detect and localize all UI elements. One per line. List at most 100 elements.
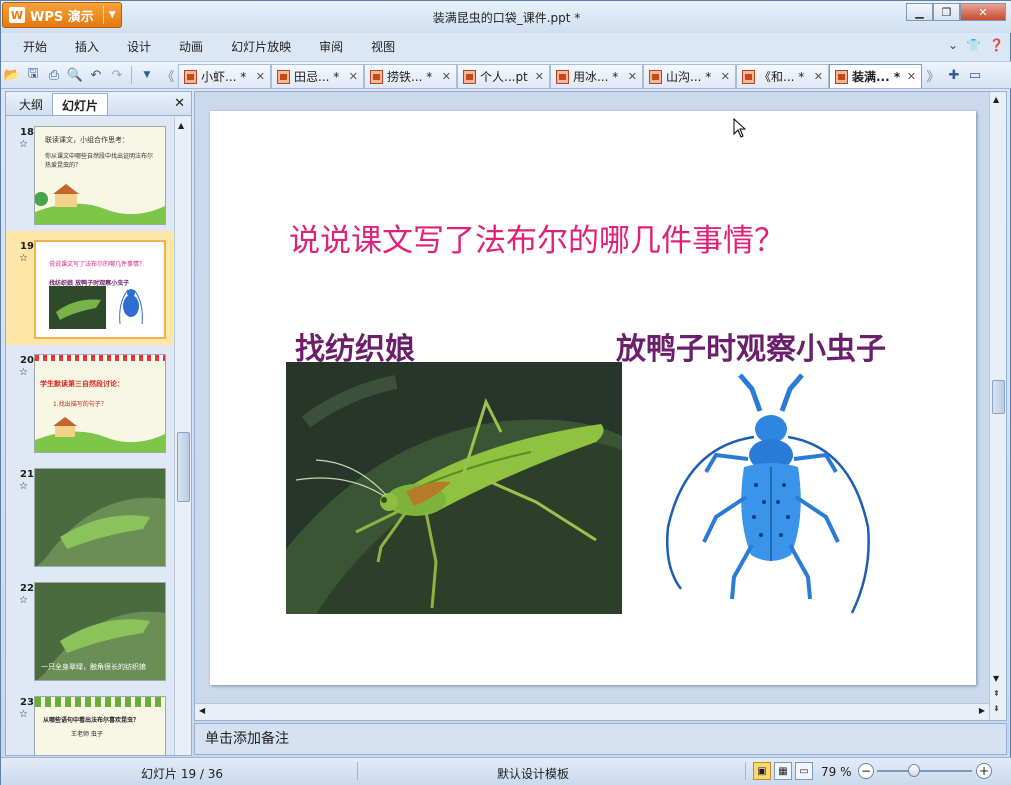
slide-thumbnail-22[interactable]: 22 ☆ 一只全身翠绿，触角很长的纺织娘	[6, 573, 174, 687]
tabs-scroll-left-icon[interactable]: 《	[158, 65, 178, 85]
slide-thumbnail-21[interactable]: 21 ☆	[6, 459, 174, 573]
menu-review[interactable]: 审阅	[305, 33, 357, 61]
scroll-thumb[interactable]	[177, 432, 190, 502]
normal-view-icon[interactable]: ▣	[753, 762, 771, 780]
next-slide-icon[interactable]: ⇟	[993, 704, 1000, 713]
star-icon: ☆	[19, 367, 28, 378]
close-tab-icon[interactable]: ✕	[256, 70, 265, 83]
close-tab-icon[interactable]: ✕	[349, 70, 358, 83]
doc-tab-5[interactable]: 用冰... * ✕	[550, 64, 643, 88]
tab-outline[interactable]: 大纲	[10, 93, 52, 115]
menu-view[interactable]: 视图	[357, 33, 409, 61]
doc-tab-6[interactable]: 山沟... * ✕	[643, 64, 736, 88]
view-buttons: ▣ ▦ ▭	[753, 762, 813, 780]
thumbnail-list: 18 ☆ 联读课文，小组合作思考： 你从课文中哪些自然段中找出证明法布尔热爱昆虫…	[6, 117, 174, 755]
zoom-slider-thumb[interactable]	[908, 764, 920, 777]
star-icon: ☆	[19, 253, 28, 264]
zoom-out-button[interactable]: −	[858, 763, 874, 779]
quick-toolbar: 📂 🖫 ⎙ 🔍 ↶ ↷ ▼ 《 小虾... * ✕ 田忌... * ✕ 捞铁... …	[1, 61, 1011, 89]
minimize-button[interactable]: ▁	[906, 3, 933, 21]
slide-canvas[interactable]: 说说课文写了法布尔的哪几件事情？ 找纺织娘 放鸭子时观察小虫子	[210, 111, 976, 685]
print-icon[interactable]: ⎙	[44, 65, 64, 85]
wps-presentation-window: W WPS 演示 ▼ 装满昆虫的口袋_课件.ppt * ▁ ❐ ✕ 开始 插入 …	[0, 0, 1011, 785]
window-controls: ▁ ❐ ✕	[906, 3, 1006, 21]
close-tab-icon[interactable]: ✕	[442, 70, 451, 83]
scroll-thumb[interactable]	[992, 380, 1005, 414]
doc-tab-7[interactable]: 《和... * ✕	[736, 64, 829, 88]
menu-home[interactable]: 开始	[9, 33, 61, 61]
close-tab-icon[interactable]: ✕	[721, 70, 730, 83]
thumbnail-image: 学生默读第三自然段讨论： 1.找出描写的句子？	[34, 354, 166, 453]
tabs-scroll-right-icon[interactable]: 》	[923, 65, 943, 85]
menu-slideshow[interactable]: 幻灯片放映	[217, 33, 305, 61]
undo-icon[interactable]: ↶	[86, 65, 106, 85]
ppt-file-icon	[370, 69, 383, 84]
menu-insert[interactable]: 插入	[61, 33, 113, 61]
decorative-border	[35, 697, 165, 707]
slide-title[interactable]: 说说课文写了法布尔的哪几件事情？	[289, 215, 785, 260]
zoom-in-button[interactable]: +	[976, 763, 992, 779]
scroll-down-icon[interactable]: ▼	[993, 674, 999, 683]
close-tab-icon[interactable]: ✕	[907, 70, 916, 83]
doc-tab-2[interactable]: 田忌... * ✕	[271, 64, 364, 88]
close-tab-icon[interactable]: ✕	[535, 70, 544, 83]
previous-slide-icon[interactable]: ⇞	[993, 689, 1000, 698]
thumbnail-image: 从哪些语句中看出法布尔喜欢昆虫？ 王老师 虫子	[34, 696, 166, 755]
doc-tab-3[interactable]: 捞铁... * ✕	[364, 64, 457, 88]
slide-thumbnail-18[interactable]: 18 ☆ 联读课文，小组合作思考： 你从课文中哪些自然段中找出证明法布尔热爱昆虫…	[6, 117, 174, 231]
divider	[745, 762, 746, 780]
doc-tab-4[interactable]: 个人...pt ✕	[457, 64, 550, 88]
tab-slides[interactable]: 幻灯片	[52, 93, 109, 115]
menu-design[interactable]: 设计	[113, 33, 165, 61]
scroll-right-icon[interactable]: ▶	[979, 706, 985, 715]
vertical-scrollbar[interactable]: ▲ ▼ ⇞ ⇟	[989, 92, 1006, 720]
horizontal-scrollbar[interactable]: ◀ ▶	[195, 703, 989, 720]
new-tab-icon[interactable]: ✚	[944, 65, 964, 85]
print-preview-icon[interactable]: 🔍	[65, 65, 85, 85]
shirt-icon[interactable]: 👕	[966, 38, 981, 52]
insect-photos	[49, 286, 143, 329]
thumbnail-scrollbar[interactable]: ▲	[174, 117, 191, 755]
help-icon[interactable]: ❓	[989, 38, 1004, 52]
divider	[131, 66, 132, 84]
scroll-left-icon[interactable]: ◀	[199, 706, 205, 715]
slide-sorter-view-icon[interactable]: ▦	[774, 762, 792, 780]
maximize-button[interactable]: ❐	[933, 3, 960, 21]
open-folder-icon[interactable]: 📂	[2, 65, 22, 85]
notes-field[interactable]: 单击添加备注	[194, 723, 1007, 755]
redo-icon[interactable]: ↷	[107, 65, 127, 85]
slide-thumbnail-20[interactable]: 20 ☆ 学生默读第三自然段讨论： 1.找出描写的句子？	[6, 345, 174, 459]
window-title: 装满昆虫的口袋_课件.ppt *	[432, 11, 581, 25]
blue-beetle-photo[interactable]	[656, 367, 886, 619]
star-icon: ☆	[19, 139, 28, 150]
slide-thumbnail-19[interactable]: 19 ☆ 说说课文写了法布尔的哪几件事情？ 找纺织娘 放鸭子时观察小虫子	[6, 231, 174, 345]
slide-thumbnail-23[interactable]: 23 ☆ 从哪些语句中看出法布尔喜欢昆虫？ 王老师 虫子	[6, 687, 174, 755]
mouse-pointer-icon	[733, 117, 747, 141]
close-icon[interactable]: ✕	[174, 96, 185, 111]
doc-tab-active[interactable]: 装满... * ✕	[829, 64, 922, 88]
window-list-icon[interactable]: ▭	[965, 65, 985, 85]
thumbnail-image: 一只全身翠绿，触角很长的纺织娘	[34, 582, 166, 681]
doc-tab-1[interactable]: 小虾... * ✕	[178, 64, 271, 88]
close-tab-icon[interactable]: ✕	[628, 70, 637, 83]
status-bar: 幻灯片 19 / 36 默认设计模板 ▣ ▦ ▭ 79 % − +	[1, 757, 1011, 785]
katydid-photo[interactable]	[286, 362, 622, 614]
scroll-up-icon[interactable]: ▲	[993, 95, 999, 104]
zoom-slider-track[interactable]	[877, 770, 972, 772]
ppt-file-icon	[742, 69, 755, 84]
slide-edit-area: 说说课文写了法布尔的哪几件事情？ 找纺织娘 放鸭子时观察小虫子 ▲ ▼ ⇞ ⇟ …	[194, 91, 1007, 721]
chevron-down-icon[interactable]: ⌄	[948, 38, 958, 52]
star-icon: ☆	[19, 595, 28, 606]
caption-beetle[interactable]: 放鸭子时观察小虫子	[616, 324, 886, 368]
scroll-up-icon[interactable]: ▲	[178, 121, 184, 130]
close-button[interactable]: ✕	[960, 3, 1006, 21]
chevron-down-icon[interactable]: ▼	[137, 65, 157, 85]
meadow-house-illustration	[35, 417, 165, 452]
slideshow-view-icon[interactable]: ▭	[795, 762, 813, 780]
thumbnail-image: 说说课文写了法布尔的哪几件事情？ 找纺织娘 放鸭子时观察小虫子	[34, 240, 166, 339]
close-tab-icon[interactable]: ✕	[814, 70, 823, 83]
save-icon[interactable]: 🖫	[23, 65, 43, 85]
divider	[357, 762, 358, 780]
menu-animation[interactable]: 动画	[165, 33, 217, 61]
star-icon: ☆	[19, 709, 28, 720]
